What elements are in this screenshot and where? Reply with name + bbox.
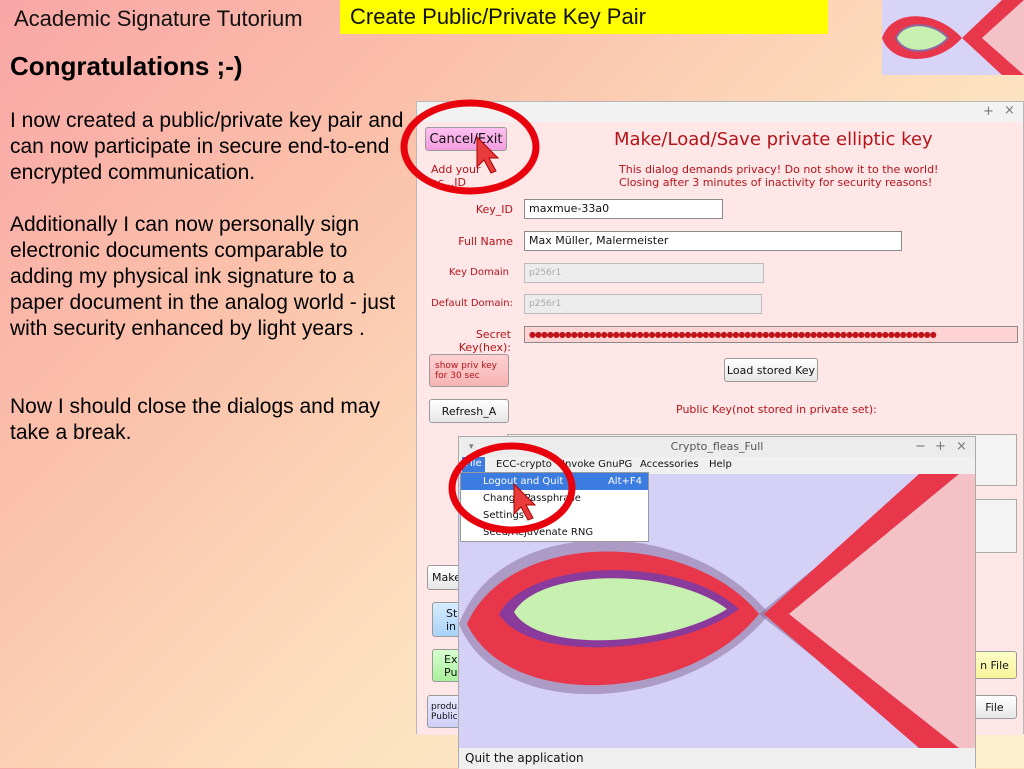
tutorial-paragraph: I now created a public/private key pair … — [10, 109, 404, 184]
tutorial-paragraph: Additionally I can now personally sign e… — [10, 213, 396, 340]
menu-item-change-passphrase[interactable]: Change Passphrase — [461, 490, 648, 507]
secret-key-label: Secret Key(hex): — [458, 328, 511, 354]
menu-file[interactable]: File — [462, 457, 485, 473]
produce-line1: produ — [431, 701, 458, 712]
tutorial-title: Academic Signature Tutorium — [14, 6, 303, 31]
fish-logo-image — [882, 0, 1024, 75]
default-domain-field: p256r1 — [524, 294, 762, 314]
minimize-icon[interactable]: − — [915, 437, 926, 457]
tutorial-paragraph: Now I should close the dialogs and may t… — [10, 395, 381, 444]
menu-item-logout-quit[interactable]: Logout and Quit Alt+F4 — [461, 473, 648, 490]
add-id-hint: Add your ac...ID — [431, 163, 481, 189]
key-id-label: Key_ID — [475, 203, 513, 216]
load-stored-key-button[interactable]: Load stored Key — [724, 358, 818, 382]
produce-line2: Public — [431, 711, 458, 722]
show-private-key-button[interactable]: show priv key for 30 sec — [429, 354, 509, 387]
logout-quit-shortcut: Alt+F4 — [607, 476, 642, 487]
menu-ecc-crypto[interactable]: ECC-crypto — [496, 459, 552, 470]
export-line1: Ex — [444, 652, 458, 666]
key-domain-label: Key Domain — [448, 267, 509, 278]
cancel-exit-button[interactable]: Cancel/Exit — [425, 127, 507, 151]
menu-invoke-gnupg[interactable]: Invoke GnuPG — [562, 459, 632, 470]
maximize-icon[interactable]: + — [983, 104, 994, 119]
inactivity-warning: Closing after 3 minutes of inactivity fo… — [619, 176, 933, 189]
close-icon[interactable]: × — [956, 437, 967, 457]
secret-key-field[interactable]: ●●●●●●●●●●●●●●●●●●●●●●●●●●●●●●●●●●●●●●●●… — [524, 326, 1018, 343]
key-dialog-titlebar: + × — [417, 102, 1023, 123]
window-title: Crypto_fleas_Full — [670, 440, 764, 453]
dialog-heading: Make/Load/Save private elliptic key — [614, 129, 933, 150]
file-button-2[interactable]: File — [972, 695, 1017, 719]
store-line2: in — [446, 619, 457, 633]
menu-item-settings[interactable]: Settings — [461, 507, 648, 524]
crypto-window-titlebar: ▾ Crypto_fleas_Full − + × — [459, 437, 975, 457]
window-menu-icon[interactable]: ▾ — [469, 437, 474, 457]
show-priv-line1: show priv key — [435, 360, 497, 371]
maximize-icon[interactable]: + — [935, 437, 946, 457]
file-menu-dropdown: Logout and Quit Alt+F4 Change Passphrase… — [460, 472, 649, 542]
menu-help[interactable]: Help — [709, 459, 732, 470]
full-name-field[interactable]: Max Müller, Malermeister — [524, 231, 902, 251]
public-key-label: Public Key(not stored in private set): — [676, 403, 877, 416]
logout-quit-label: Logout and Quit — [483, 476, 564, 487]
slide-banner: Create Public/Private Key Pair — [340, 0, 828, 34]
refresh-button[interactable]: Refresh_A — [429, 399, 509, 423]
show-priv-line2: for 30 sec — [435, 370, 480, 381]
privacy-warning: This dialog demands privacy! Do not show… — [619, 163, 939, 176]
default-domain-label: Default Domain: — [431, 298, 513, 309]
close-icon[interactable]: × — [1004, 103, 1015, 118]
menu-accessories[interactable]: Accessories — [640, 459, 699, 470]
file-button-1[interactable]: n File — [972, 651, 1017, 679]
key-domain-field: p256r1 — [524, 263, 764, 283]
export-line2: Pu — [444, 665, 458, 679]
congratulations-heading: Congratulations ;-) — [10, 51, 243, 81]
store-line1: St — [446, 606, 458, 620]
key-id-field[interactable]: maxmue-33a0 — [524, 199, 723, 219]
status-bar: Quit the application — [459, 748, 975, 769]
menu-item-seed-rng[interactable]: Seed/Rejuvenate RNG — [461, 524, 648, 541]
full-name-label: Full Name — [458, 235, 513, 248]
